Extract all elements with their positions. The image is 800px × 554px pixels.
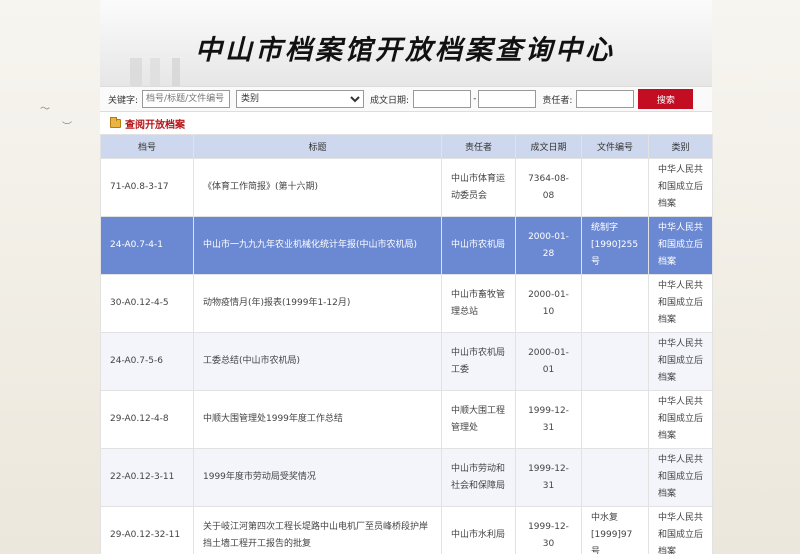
cell-date: 7364-08-08	[515, 158, 582, 217]
main-page: 中山市档案馆开放档案查询中心 关键字: 类别 成文日期: - 责任者: 搜索 查…	[100, 0, 713, 554]
date-separator: -	[473, 94, 477, 104]
cell-title[interactable]: 工委总结(中山市农机局)	[193, 332, 442, 391]
cell-id: 22-A0.12-3-11	[100, 448, 194, 507]
cell-responsible: 中山市水利局	[441, 506, 516, 554]
column-header[interactable]: 成文日期	[515, 134, 582, 159]
keyword-input[interactable]	[142, 90, 231, 108]
cell-responsible: 中山市农机局	[441, 216, 516, 275]
cell-title[interactable]: 中山市一九九九年农业机械化统计年报(中山市农机局)	[193, 216, 442, 275]
table-row[interactable]: 24-A0.7-5-6 工委总结(中山市农机局) 中山市农机局工委 2000-0…	[100, 332, 713, 391]
date-label: 成文日期:	[370, 95, 410, 106]
search-bar: 关键字: 类别 成文日期: - 责任者: 搜索	[100, 86, 712, 112]
table-row[interactable]: 29-A0.12-4-8 中顺大围管理处1999年度工作总结 中顺大围工程管理处…	[100, 390, 713, 449]
keyword-label: 关键字:	[108, 95, 139, 106]
cell-title[interactable]: 动物疫情月(年)报表(1999年1-12月)	[193, 274, 442, 333]
responsible-label: 责任者:	[542, 95, 573, 106]
cell-id: 29-A0.12-4-8	[100, 390, 194, 449]
folder-icon	[110, 116, 121, 128]
cell-id: 71-A0.8-3-17	[100, 158, 194, 217]
date-end-input[interactable]	[478, 90, 537, 108]
cell-category: 中华人民共和国成立后档案	[648, 506, 713, 554]
cell-responsible: 中山市体育运动委员会	[441, 158, 516, 217]
archive-table: 档号 标题 责任者 成文日期 文件编号 类别 71-A0.8-3-17 《体育工…	[100, 134, 713, 554]
cell-date: 2000-01-01	[515, 332, 582, 391]
cell-category: 中华人民共和国成立后档案	[648, 448, 713, 507]
cell-id: 30-A0.12-4-5	[100, 274, 194, 333]
cell-doc-no	[581, 448, 649, 507]
cell-doc-no: 统制字[1990]255号	[581, 216, 649, 275]
cell-responsible: 中山市劳动和社会和保障局	[441, 448, 516, 507]
cell-doc-no	[581, 332, 649, 391]
table-header-row: 档号 标题 责任者 成文日期 文件编号 类别	[100, 134, 713, 159]
table-row[interactable]: 29-A0.12-32-11 关于岐江河第四次工程长堤路中山电机厂至员峰桥段护岸…	[100, 506, 713, 554]
table-row[interactable]: 22-A0.12-3-11 1999年度市劳动局受奖情况 中山市劳动和社会和保障…	[100, 448, 713, 507]
cell-category: 中华人民共和国成立后档案	[648, 158, 713, 217]
background-right	[712, 0, 800, 554]
table-row-selected[interactable]: 24-A0.7-4-1 中山市一九九九年农业机械化统计年报(中山市农机局) 中山…	[100, 216, 713, 275]
cell-title[interactable]: 1999年度市劳动局受奖情况	[193, 448, 442, 507]
cell-doc-no: 中水复[1999]97号	[581, 506, 649, 554]
search-button[interactable]: 搜索	[638, 89, 694, 109]
cell-responsible: 中山市畜牧管理总站	[441, 274, 516, 333]
cell-category: 中华人民共和国成立后档案	[648, 332, 713, 391]
cell-date: 1999-12-30	[515, 506, 582, 554]
cell-title[interactable]: 中顺大围管理处1999年度工作总结	[193, 390, 442, 449]
cell-category: 中华人民共和国成立后档案	[648, 390, 713, 449]
section-header: 查阅开放档案	[100, 112, 712, 134]
column-header[interactable]: 类别	[648, 134, 713, 159]
background-left: 〜 ︶	[0, 0, 100, 554]
cell-id: 24-A0.7-5-6	[100, 332, 194, 391]
cell-date: 2000-01-28	[515, 216, 582, 275]
cell-id: 29-A0.12-32-11	[100, 506, 194, 554]
column-header[interactable]: 责任者	[441, 134, 516, 159]
cell-doc-no	[581, 158, 649, 217]
cell-doc-no	[581, 390, 649, 449]
cell-date: 1999-12-31	[515, 448, 582, 507]
column-header[interactable]: 文件编号	[581, 134, 649, 159]
section-title: 查阅开放档案	[125, 119, 185, 131]
cell-title[interactable]: 关于岐江河第四次工程长堤路中山电机厂至员峰桥段护岸挡土墙工程开工报告的批复	[193, 506, 442, 554]
bird-icon: ︶	[62, 122, 72, 133]
responsible-input[interactable]	[576, 90, 635, 108]
cell-responsible: 中山市农机局工委	[441, 332, 516, 391]
table-row[interactable]: 30-A0.12-4-5 动物疫情月(年)报表(1999年1-12月) 中山市畜…	[100, 274, 713, 333]
column-header[interactable]: 档号	[100, 134, 194, 159]
cell-title[interactable]: 《体育工作简报》(第十六期)	[193, 158, 442, 217]
cell-date: 1999-12-31	[515, 390, 582, 449]
page-title: 中山市档案馆开放档案查询中心	[195, 35, 615, 66]
cell-category: 中华人民共和国成立后档案	[648, 274, 713, 333]
cell-responsible: 中顺大围工程管理处	[441, 390, 516, 449]
cell-category: 中华人民共和国成立后档案	[648, 216, 713, 275]
column-header[interactable]: 标题	[193, 134, 442, 159]
page-header: 中山市档案馆开放档案查询中心	[100, 0, 712, 86]
category-select[interactable]: 类别	[236, 90, 365, 108]
date-start-input[interactable]	[413, 90, 472, 108]
table-row[interactable]: 71-A0.8-3-17 《体育工作简报》(第十六期) 中山市体育运动委员会 7…	[100, 158, 713, 217]
cell-doc-no	[581, 274, 649, 333]
cell-date: 2000-01-10	[515, 274, 582, 333]
cell-id: 24-A0.7-4-1	[100, 216, 194, 275]
bird-icon: 〜	[40, 104, 50, 115]
